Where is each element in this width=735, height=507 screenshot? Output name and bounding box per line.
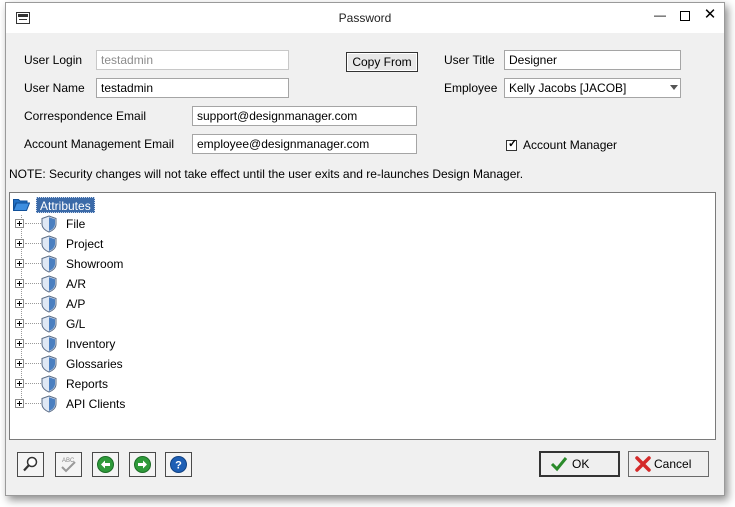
account-mgmt-email-label: Account Management Email	[24, 137, 175, 151]
tree-node-ar[interactable]: A/R	[15, 274, 315, 294]
shield-icon	[41, 255, 57, 273]
expand-icon[interactable]	[15, 359, 24, 368]
expand-icon[interactable]	[15, 399, 24, 408]
tree-node-inventory[interactable]: Inventory	[15, 334, 315, 354]
tree-node-glossaries[interactable]: Glossaries	[15, 354, 315, 374]
tree-node-project[interactable]: Project	[15, 234, 315, 254]
magnifier-icon	[23, 456, 38, 472]
tree-root-label: Attributes	[36, 197, 95, 213]
user-name-input[interactable]	[96, 78, 289, 98]
shield-icon	[41, 335, 57, 353]
tree-node-api-clients[interactable]: API Clients	[15, 394, 315, 414]
employee-label: Employee	[444, 81, 498, 95]
shield-icon	[41, 315, 57, 333]
copy-from-label: Copy From	[352, 55, 412, 69]
tree-node-label: Reports	[66, 377, 109, 391]
tree-node-label: Project	[66, 237, 104, 251]
shield-icon	[41, 275, 57, 293]
employee-dropdown[interactable]: Kelly Jacobs [JACOB]	[504, 78, 681, 98]
minimize-button[interactable]: —	[647, 5, 673, 25]
expand-icon[interactable]	[15, 219, 24, 228]
checkmark-icon: ✓	[508, 138, 518, 150]
shield-icon	[41, 295, 57, 313]
shield-icon	[41, 395, 57, 413]
user-login-label: User Login	[24, 53, 83, 67]
ok-button[interactable]: OK	[539, 451, 620, 477]
expand-icon[interactable]	[15, 279, 24, 288]
tree-node-gl[interactable]: G/L	[15, 314, 315, 334]
tree-node-reports[interactable]: Reports	[15, 374, 315, 394]
tree-node-label: Showroom	[66, 257, 124, 271]
shield-icon	[41, 355, 57, 373]
arrow-right-icon	[134, 456, 151, 473]
account-manager-checkbox[interactable]: ✓	[506, 138, 518, 151]
tree-node-showroom[interactable]: Showroom	[15, 254, 315, 274]
user-title-label: User Title	[444, 53, 495, 67]
user-title-input[interactable]	[504, 50, 681, 70]
ok-label: OK	[572, 457, 590, 471]
checkmark-icon	[550, 457, 568, 472]
user-login-input[interactable]	[96, 50, 289, 70]
shield-icon	[41, 375, 57, 393]
previous-button[interactable]	[92, 452, 119, 477]
close-button[interactable]: ✕	[697, 5, 723, 25]
attributes-tree[interactable]: Attributes File Project Showroom A/R A/P	[9, 192, 716, 440]
correspondence-email-label: Correspondence Email	[24, 109, 147, 123]
expand-icon[interactable]	[15, 379, 24, 388]
expand-icon[interactable]	[15, 259, 24, 268]
expand-icon[interactable]	[15, 299, 24, 308]
chevron-down-icon	[670, 85, 678, 90]
tree-node-label: Inventory	[66, 337, 116, 351]
cancel-button[interactable]: Cancel	[628, 451, 709, 477]
user-name-label: User Name	[24, 81, 85, 95]
window-title: Password	[338, 11, 392, 25]
security-note: NOTE: Security changes will not take eff…	[9, 167, 524, 181]
spellcheck-icon: ABC	[61, 458, 76, 473]
next-button[interactable]	[129, 452, 156, 477]
password-dialog: Password — ✕ User Login User Name Copy F…	[5, 2, 725, 496]
copy-from-button[interactable]: Copy From	[346, 52, 418, 72]
shield-icon	[41, 215, 57, 233]
tree-node-label: A/R	[66, 277, 87, 291]
tree-node-label: Glossaries	[66, 357, 123, 371]
folder-open-icon	[13, 199, 30, 211]
employee-selected-value: Kelly Jacobs [JACOB]	[509, 81, 627, 95]
red-x-icon	[635, 456, 651, 472]
help-button[interactable]: ?	[165, 452, 192, 477]
title-bar: Password — ✕	[6, 3, 724, 33]
tree-node-file[interactable]: File	[15, 214, 315, 234]
tree-node-label: G/L	[66, 317, 86, 331]
tree-node-label: File	[66, 217, 86, 231]
expand-icon[interactable]	[15, 339, 24, 348]
expand-icon[interactable]	[15, 319, 24, 328]
tree-node-ap[interactable]: A/P	[15, 294, 315, 314]
correspondence-email-input[interactable]	[192, 106, 417, 126]
maximize-button[interactable]	[672, 5, 698, 25]
help-icon: ?	[170, 456, 187, 473]
spellcheck-button[interactable]: ABC	[55, 452, 82, 477]
tree-node-label: A/P	[66, 297, 86, 311]
cancel-label: Cancel	[654, 457, 692, 471]
account-mgmt-email-input[interactable]	[192, 134, 417, 154]
account-manager-label: Account Manager	[523, 138, 618, 152]
arrow-left-icon	[97, 456, 114, 473]
expand-icon[interactable]	[15, 239, 24, 248]
svg-text:?: ?	[175, 460, 182, 472]
tree-node-label: API Clients	[66, 397, 126, 411]
search-button[interactable]	[17, 452, 44, 477]
shield-icon	[41, 235, 57, 253]
